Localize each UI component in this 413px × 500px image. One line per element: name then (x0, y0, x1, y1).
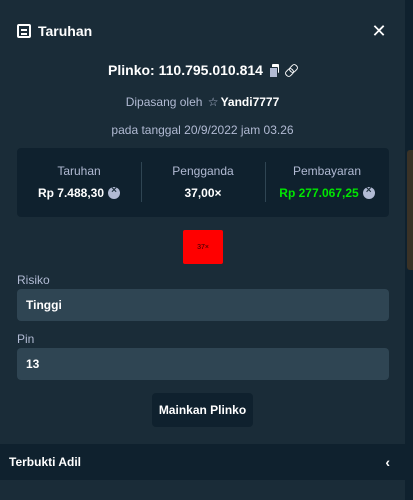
placed-by-line: Dipasang oleh ☆ Yandi7777 (0, 95, 405, 111)
currency-icon (108, 185, 121, 199)
risk-label: Risiko (17, 273, 50, 287)
stat-payout-label: Pembayaran (292, 163, 362, 178)
provably-fair-label: Terbukti Adil (9, 455, 81, 469)
bet-modal: Taruhan ✕ Plinko: 110.795.010.814 Dipasa… (0, 0, 405, 500)
close-icon[interactable]: ✕ (370, 21, 388, 42)
risk-field: Tinggi (17, 289, 389, 321)
stat-multiplier-label: Pengganda (172, 163, 234, 178)
bet-stats-panel: Taruhan Rp 7.488,30 Pengganda 37,00× Pem… (17, 148, 389, 217)
bet-slip-icon (17, 24, 31, 38)
star-icon: ☆ (207, 95, 219, 109)
stat-multiplier-value: 37,00× (184, 185, 222, 200)
play-plinko-button[interactable]: Mainkan Plinko (152, 393, 253, 427)
provably-fair-bar[interactable]: Terbukti Adil ‹ (0, 444, 405, 480)
modal-header: Taruhan ✕ (0, 0, 405, 62)
pins-field: 13 (17, 348, 389, 380)
currency-icon (362, 185, 375, 199)
stat-payout-value-row: Rp 277.067,25 (279, 185, 375, 200)
background-accent (407, 150, 413, 270)
result-multiplier-tile: 37× (183, 230, 223, 264)
pins-label: Pin (17, 332, 35, 346)
stat-bet: Taruhan Rp 7.488,30 (17, 164, 141, 202)
placed-by-user[interactable]: Yandi7777 (221, 95, 280, 109)
link-icon[interactable] (285, 64, 297, 76)
stat-multiplier: Pengganda 37,00× (141, 161, 265, 202)
stat-bet-value: Rp 7.488,30 (37, 185, 105, 200)
game-id-text: Plinko: 110.795.010.814 (108, 62, 263, 78)
stat-payout: Pembayaran Rp 277.067,25 (265, 161, 389, 202)
game-id-line: Plinko: 110.795.010.814 (0, 62, 405, 78)
stat-payout-value: Rp 277.067,25 (279, 185, 359, 200)
chevron-left-icon[interactable]: ‹ (385, 454, 390, 470)
bottom-strip (0, 480, 405, 500)
placed-date: pada tanggal 20/9/2022 jam 03.26 (111, 123, 294, 137)
copy-icon[interactable] (268, 64, 279, 78)
placed-by-prefix: Dipasang oleh (125, 95, 203, 109)
stat-bet-value-row: Rp 7.488,30 (37, 185, 121, 200)
stat-bet-label: Taruhan (57, 163, 101, 178)
modal-title: Taruhan (38, 23, 93, 39)
